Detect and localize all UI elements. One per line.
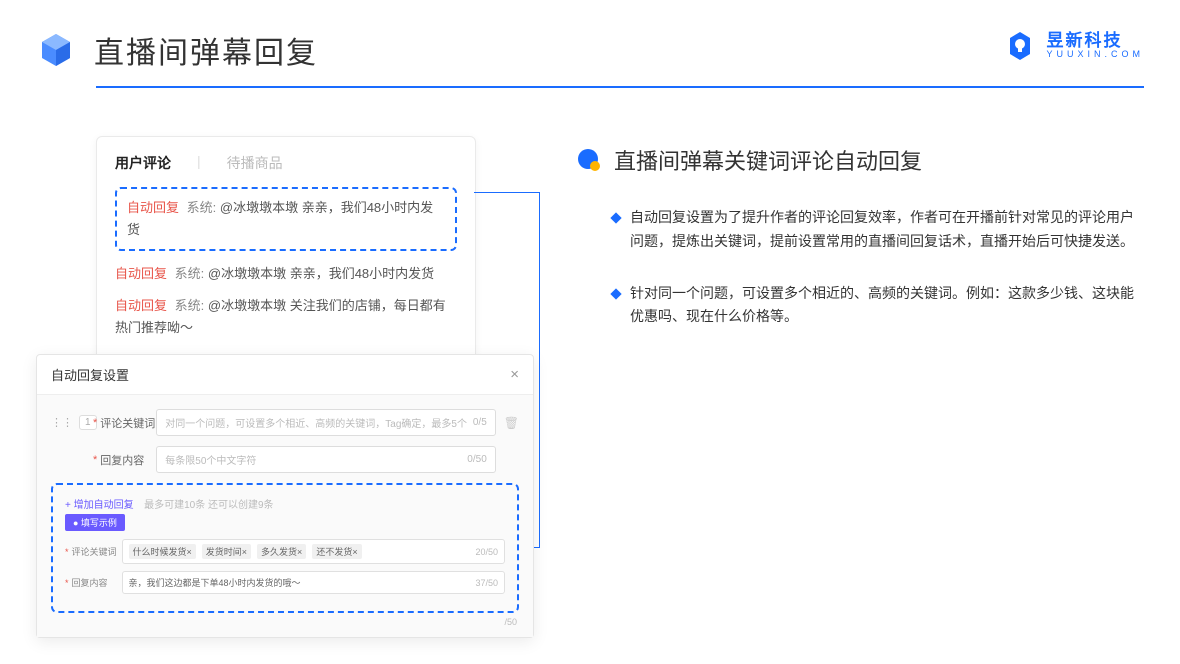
highlighted-comment: 自动回复 系统: @冰墩墩本墩 亲亲，我们48小时内发货 bbox=[115, 187, 457, 251]
tab-divider: | bbox=[197, 153, 201, 173]
ex-content-label: 回复内容 bbox=[72, 576, 122, 589]
content-input[interactable]: 每条限50个中文字符 0/50 bbox=[156, 446, 495, 473]
example-highlight-box: + 增加自动回复 最多可建10条 还可以创建9条 ● 填写示例 * 评论关键词 … bbox=[51, 483, 519, 613]
connector-line bbox=[474, 192, 540, 193]
add-auto-reply-link[interactable]: + 增加自动回复 bbox=[65, 500, 134, 511]
modal-title: 自动回复设置 bbox=[51, 365, 129, 384]
cube-icon bbox=[36, 30, 76, 70]
add-hint: 最多可建10条 还可以创建9条 bbox=[144, 500, 273, 511]
comment-row: 自动回复 系统: @冰墩墩本墩 关注我们的店铺，每日都有热门推荐呦～ bbox=[115, 295, 457, 339]
keyword-label: 评论关键词 bbox=[100, 415, 156, 431]
connector-line bbox=[539, 192, 540, 548]
tag[interactable]: 发货时间× bbox=[202, 544, 251, 559]
bullet-icon bbox=[576, 147, 602, 173]
bullet-item: 针对同一个问题，可设置多个相近的、高频的关键词。例如：这款多少钱、这块能优惠吗、… bbox=[576, 282, 1144, 330]
ex-content-field[interactable]: 亲，我们这边都是下单48小时内发货的哦～ 37/50 bbox=[122, 571, 505, 594]
section-title: 直播间弹幕关键词评论自动回复 bbox=[614, 144, 922, 176]
tag[interactable]: 什么时候发货× bbox=[129, 544, 196, 559]
tab-user-comments[interactable]: 用户评论 bbox=[115, 153, 171, 173]
outer-counter: /50 bbox=[51, 613, 519, 627]
row-handle[interactable]: ⋮⋮1 bbox=[51, 415, 93, 430]
auto-reply-label: 自动回复 bbox=[127, 200, 179, 215]
example-badge: ● 填写示例 bbox=[65, 514, 125, 531]
diamond-icon bbox=[610, 212, 621, 223]
auto-reply-settings-modal: 自动回复设置 × ⋮⋮1 * 评论关键词 对同一个问题，可设置多个相近、高频的关… bbox=[36, 354, 534, 638]
ex-keyword-label: 评论关键词 bbox=[72, 545, 122, 558]
keyword-input[interactable]: 对同一个问题，可设置多个相近、高频的关键词，Tag确定，最多5个 0/5 bbox=[156, 409, 495, 436]
content-label: 回复内容 bbox=[100, 452, 156, 468]
bullet-item: 自动回复设置为了提升作者的评论回复效率，作者可在开播前针对常见的评论用户问题，提… bbox=[576, 206, 1144, 254]
diamond-icon bbox=[610, 288, 621, 299]
tag[interactable]: 多久发货× bbox=[257, 544, 306, 559]
logo-cn: 昱新科技 bbox=[1046, 32, 1144, 51]
tab-pending-goods[interactable]: 待播商品 bbox=[227, 153, 283, 173]
connector-line bbox=[534, 547, 540, 548]
system-label: 系统: bbox=[187, 200, 217, 215]
logo-en: YUUXIN.COM bbox=[1046, 50, 1144, 60]
delete-icon[interactable]: 🗑 bbox=[504, 416, 519, 430]
logo-icon bbox=[1004, 30, 1036, 62]
comment-row: 自动回复 系统: @冰墩墩本墩 亲亲，我们48小时内发货 bbox=[115, 263, 457, 285]
page-title: 直播间弹幕回复 bbox=[94, 28, 318, 72]
ex-keyword-field[interactable]: 什么时候发货× 发货时间× 多久发货× 还不发货× 20/50 bbox=[122, 539, 505, 564]
tag[interactable]: 还不发货× bbox=[312, 544, 361, 559]
close-icon[interactable]: × bbox=[510, 366, 519, 383]
brand-logo: 昱新科技 YUUXIN.COM bbox=[1004, 30, 1144, 62]
